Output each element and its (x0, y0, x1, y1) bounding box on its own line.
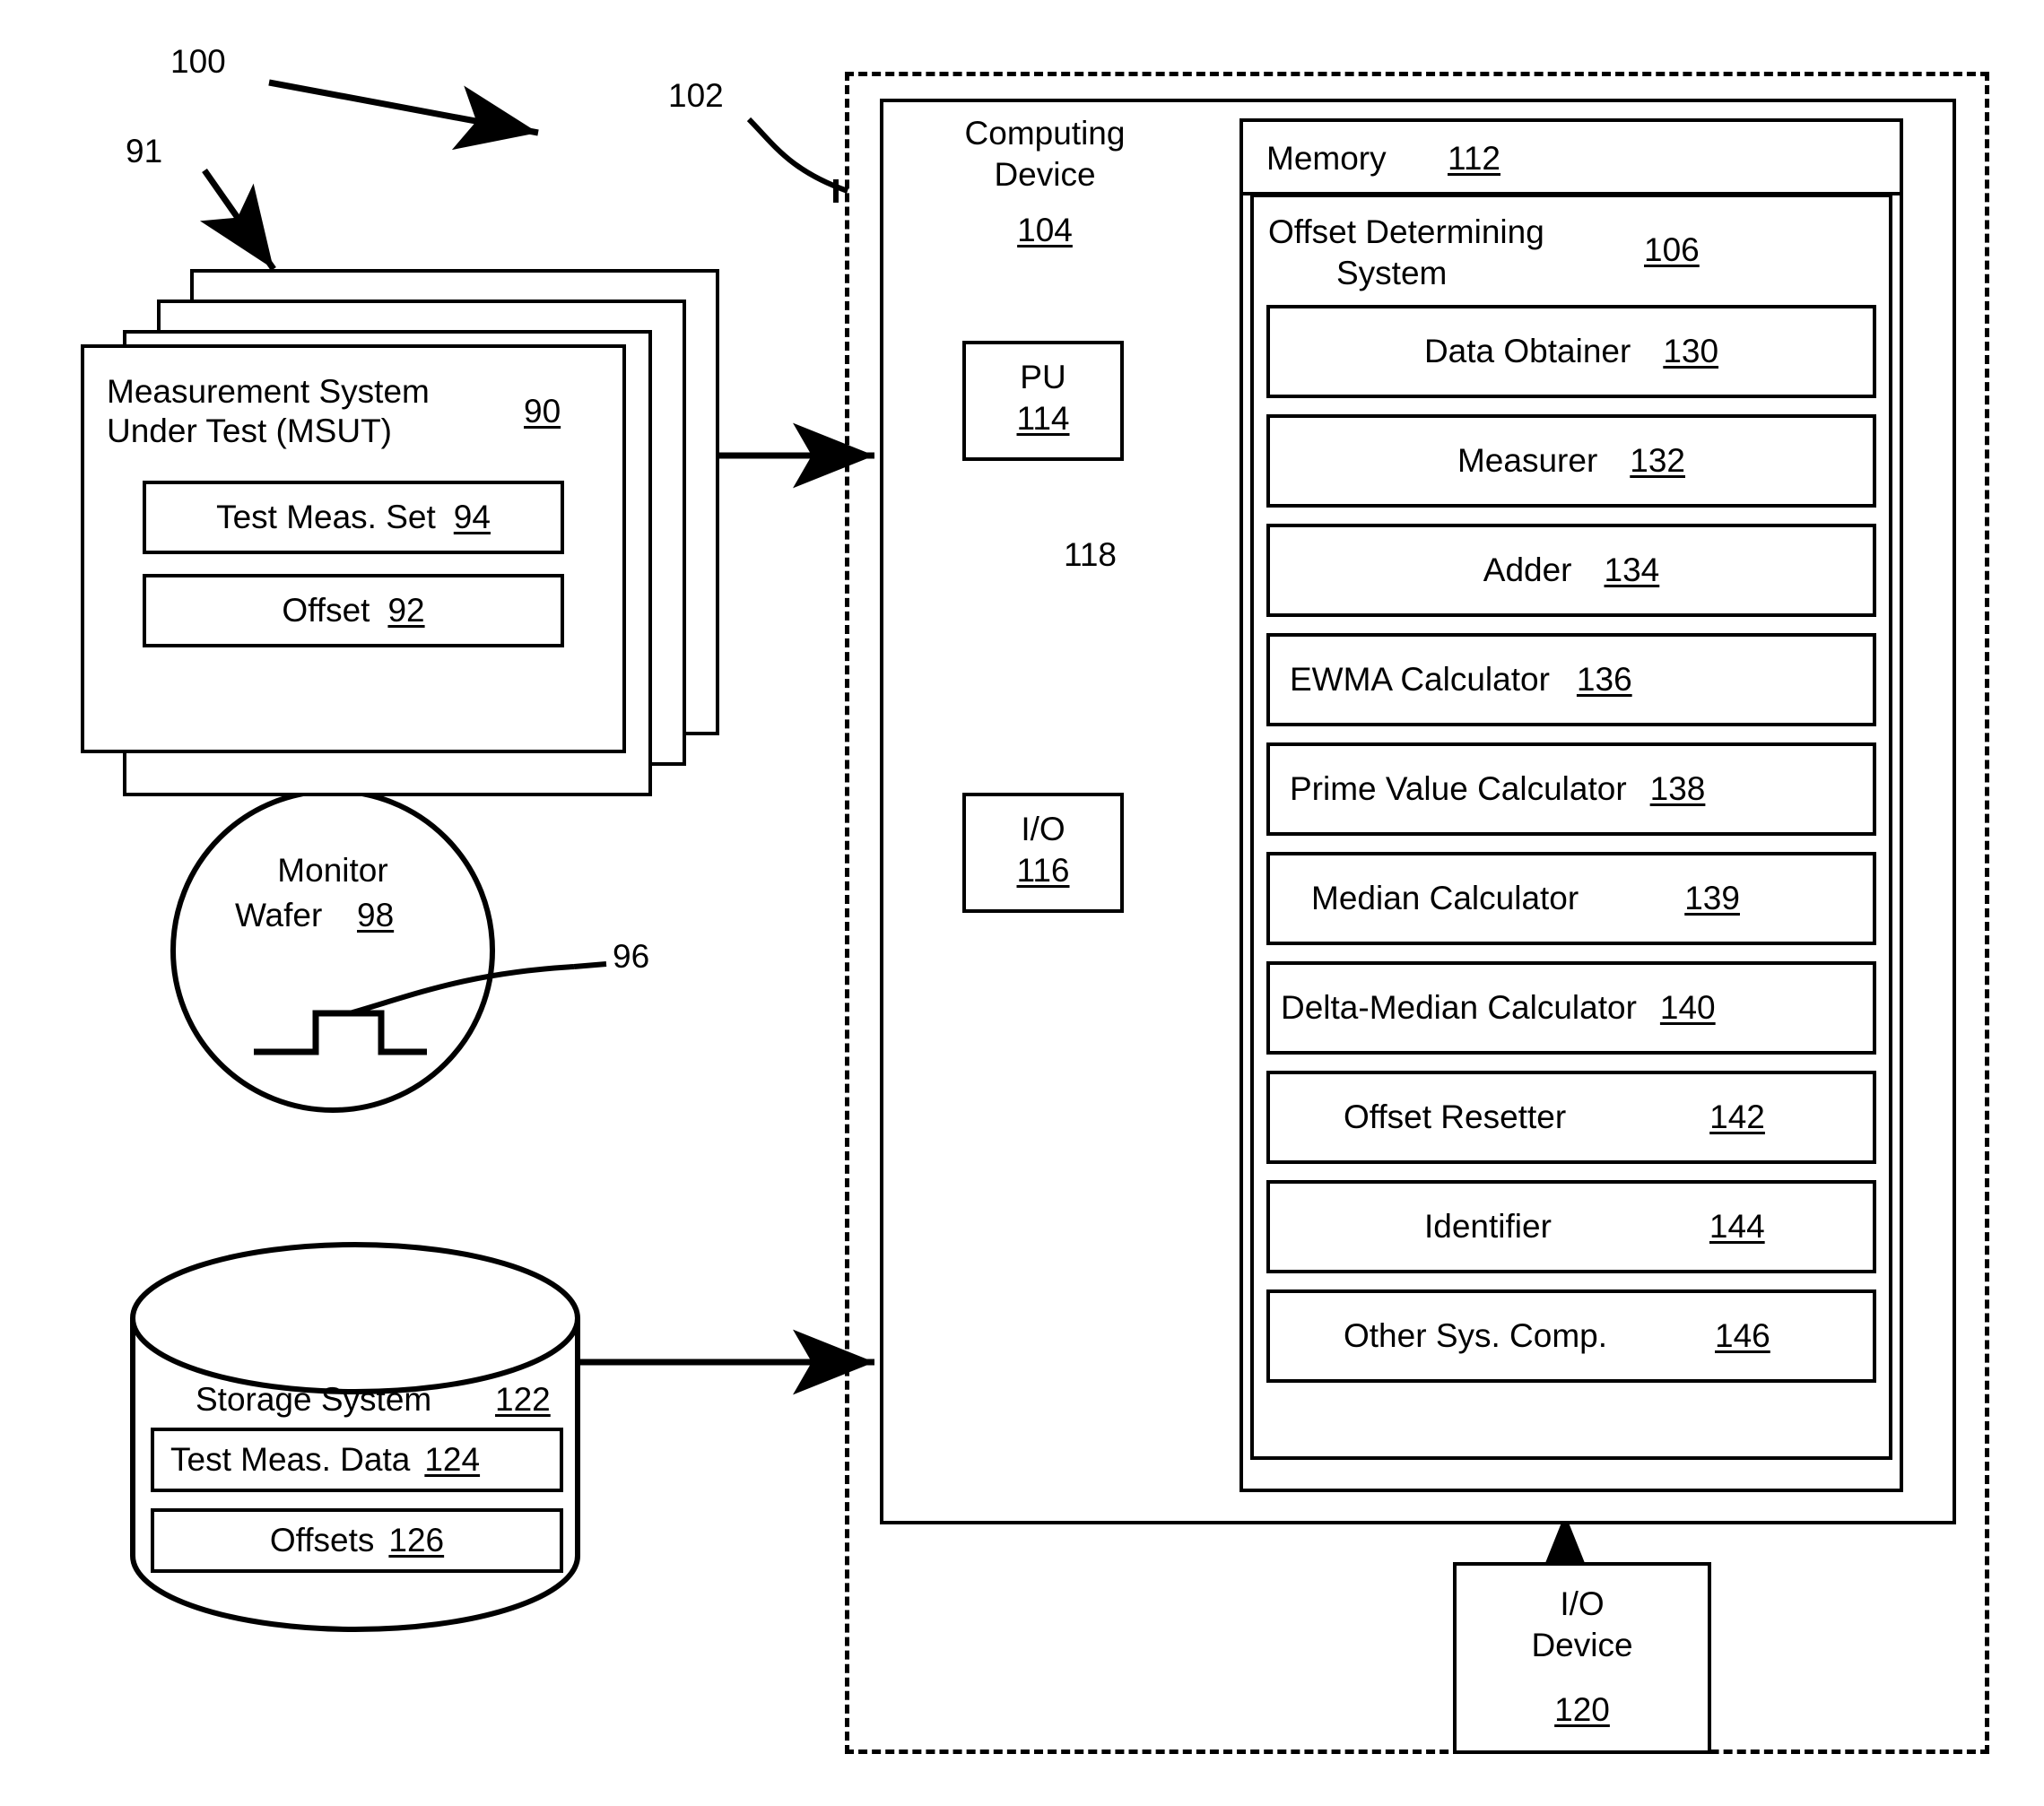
io-device-ref: 120 (1554, 1691, 1610, 1728)
memory-label: Memory (1266, 140, 1387, 177)
storage-item-ref: 124 (424, 1441, 481, 1478)
component-label: Delta-Median Calculator (1281, 989, 1637, 1026)
monitor-wafer-label-line-2: Wafer (235, 897, 323, 933)
storage-system-ref: 122 (495, 1381, 551, 1418)
computing-device-label-line-2: Device (994, 156, 1096, 193)
patent-figure: 100 102 91 96 Measurement System Under T… (0, 0, 2044, 1806)
bus-ref-118: 118 (1064, 536, 1117, 573)
ref-91: 91 (126, 133, 163, 169)
component-ref: 139 (1684, 880, 1740, 916)
leader-91 (199, 168, 276, 272)
component-offset-resetter: Offset Resetter 142 (1266, 1071, 1876, 1164)
component-label: Median Calculator (1311, 880, 1579, 916)
wafer-step-feature (254, 1010, 427, 1055)
offset-determining-system-ref: 106 (1644, 231, 1700, 268)
component-ref: 138 (1649, 770, 1706, 807)
component-label: Measurer (1457, 442, 1598, 479)
msut-item-label: Test Meas. Set (216, 499, 436, 535)
msut-item-test-meas-set: Test Meas. Set 94 (143, 481, 564, 554)
msut-ref: 90 (524, 393, 561, 430)
component-measurer: Measurer 132 (1266, 414, 1876, 508)
io-device-label-line-1: I/O (1560, 1585, 1605, 1622)
component-label: Offset Resetter (1344, 1098, 1567, 1135)
msut-title-line-2: Under Test (MSUT) (107, 412, 392, 449)
component-ref: 144 (1709, 1208, 1765, 1245)
msut-title-line-1: Measurement System (107, 373, 430, 410)
storage-item-label: Test Meas. Data (170, 1441, 411, 1478)
component-delta-median-calculator: Delta-Median Calculator 140 (1266, 961, 1876, 1055)
computing-device-label-line-1: Computing (964, 115, 1126, 152)
io-interface-box: I/O 116 (962, 793, 1124, 913)
ref-102: 102 (668, 77, 724, 114)
component-label: Identifier (1424, 1208, 1552, 1245)
component-label: EWMA Calculator (1290, 661, 1550, 698)
ref-100: 100 (170, 43, 226, 80)
component-adder: Adder 134 (1266, 524, 1876, 617)
offset-determining-system-title-line-1: Offset Determining (1268, 213, 1544, 250)
monitor-wafer-label-line-1: Monitor (277, 852, 388, 889)
io-interface-ref: 116 (1016, 852, 1070, 889)
msut-item-ref: 92 (387, 592, 425, 629)
msut-item-offset: Offset 92 (143, 574, 564, 647)
msut-item-label: Offset (282, 592, 370, 629)
storage-item-label: Offsets (269, 1522, 375, 1559)
leader-102 (746, 117, 849, 203)
ref-96: 96 (613, 938, 650, 975)
memory-ref: 112 (1448, 140, 1500, 177)
monitor-wafer-circle (170, 788, 495, 1113)
io-interface-label: I/O (1021, 811, 1065, 847)
storage-system-label: Storage System (196, 1381, 432, 1418)
storage-item-test-meas-data: Test Meas. Data 124 (151, 1428, 563, 1492)
offset-determining-system-title-line-2: System (1336, 255, 1448, 291)
component-label: Adder (1483, 551, 1572, 588)
leader-100 (268, 79, 539, 151)
component-identifier: Identifier 144 (1266, 1180, 1876, 1273)
computing-device-ref: 104 (1017, 212, 1073, 248)
component-ref: 134 (1604, 551, 1660, 588)
component-ref: 146 (1715, 1317, 1770, 1354)
processing-unit-box: PU 114 (962, 341, 1124, 461)
msut-item-ref: 94 (453, 499, 491, 535)
storage-item-offsets: Offsets 126 (151, 1508, 563, 1573)
component-label: Other Sys. Comp. (1344, 1317, 1608, 1354)
storage-item-ref: 126 (388, 1522, 445, 1559)
component-data-obtainer: Data Obtainer 130 (1266, 305, 1876, 398)
io-device-box: I/O Device 120 (1453, 1562, 1711, 1754)
component-label: Prime Value Calculator (1290, 770, 1627, 807)
monitor-wafer-ref: 98 (357, 897, 395, 933)
component-ref: 136 (1576, 661, 1632, 698)
msut-card: Measurement System Under Test (MSUT) 90 … (81, 344, 626, 753)
component-ref: 140 (1659, 989, 1716, 1026)
io-device-label-line-2: Device (1531, 1627, 1633, 1663)
component-ref: 132 (1630, 442, 1685, 479)
component-ewma-calculator: EWMA Calculator 136 (1266, 633, 1876, 726)
component-median-calculator: Median Calculator 139 (1266, 852, 1876, 945)
processing-unit-ref: 114 (1016, 400, 1070, 437)
component-other-sys-comp: Other Sys. Comp. 146 (1266, 1289, 1876, 1383)
leader-96 (349, 961, 607, 1016)
component-label: Data Obtainer (1423, 333, 1631, 369)
processing-unit-label: PU (1020, 359, 1066, 395)
component-ref: 130 (1663, 333, 1719, 369)
component-prime-value-calculator: Prime Value Calculator 138 (1266, 742, 1876, 836)
component-ref: 142 (1709, 1098, 1765, 1135)
